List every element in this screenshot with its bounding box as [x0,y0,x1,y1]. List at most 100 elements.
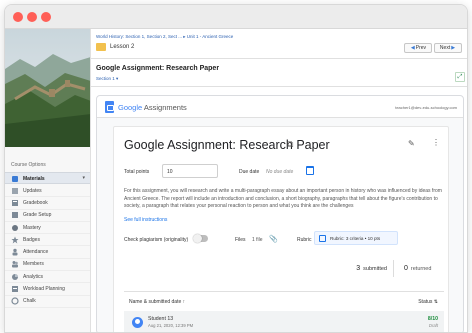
analytics-icon [12,273,18,280]
sidebar-item-attendance[interactable]: Attendance [5,246,90,259]
assignment-title: Google Assignment: Research Paper [124,138,330,152]
pencil-icon[interactable]: ✎ [408,139,415,148]
app-window: Course Options Materials ▾ Updates Grade… [4,4,468,333]
student-name: Student 13 [148,316,174,322]
badges-icon [11,236,19,244]
sidebar-item-badges[interactable]: Badges [5,234,90,247]
status-badge: Draft [428,323,438,328]
sidebar-item-label: Mastery [23,224,41,231]
main-content: World History: Section 1, Section 2, Sec… [91,29,467,332]
plagiarism-toggle[interactable] [193,234,208,243]
sidebar-item-label: Updates [23,187,42,194]
next-label: Next [439,45,451,51]
sidebar-item-updates[interactable]: Updates [5,185,90,198]
updates-icon [12,187,18,194]
prev-label: Prev [415,45,427,51]
total-points-label: Total points [124,169,150,175]
sidebar-item-members[interactable]: Members [5,259,90,272]
page-header: Google Assignment: Research Paper Sectio… [91,60,467,87]
see-full-instructions-link[interactable]: See full instructions [124,217,167,223]
chevron-right-icon: ▶ [451,45,456,51]
course-sidebar: Course Options Materials ▾ Updates Grade… [5,29,91,332]
section-selector[interactable]: Section 1 ▾ [96,76,118,82]
submitted-number: 3 [356,265,361,272]
submissions-table: Name & submitted date ↑ Status ⇅ Student… [124,291,444,332]
course-banner-image [5,29,90,147]
window-close-button[interactable] [13,12,23,22]
rubric-icon [319,235,326,242]
folder-icon [96,43,106,51]
sidebar-item-label: Chalk [23,298,36,305]
prev-button[interactable]: ◀ Prev [404,43,432,53]
assignment-card: Google Assignment: Research Paper ⧉ ✎ ⋮ … [113,126,449,332]
next-button[interactable]: Next ▶ [434,43,462,53]
sidebar-item-label: Badges [23,236,40,243]
brand-assignments: Assignments [143,103,187,112]
open-external-icon[interactable]: ⧉ [287,139,293,150]
google-assignments-header: Google Assignments teacher1@dev-edu-scho… [97,96,463,118]
table-header: Name & submitted date ↑ Status ⇅ [124,292,444,311]
breadcrumb[interactable]: World History: Section 1, Section 2, Sec… [96,34,233,40]
plagiarism-label: Check plagiarism (originality) [124,237,189,243]
mastery-icon [12,224,18,231]
materials-icon [12,176,18,182]
window-titlebar [5,5,467,29]
sidebar-item-label: Materials [23,176,45,182]
returned-label: returned [410,265,432,272]
sidebar-item-gradebook[interactable]: Gradebook [5,197,90,210]
sidebar-item-workload-planning[interactable]: Workload Planning [5,283,90,296]
sidebar-item-grade-setup[interactable]: Grade Setup [5,210,90,222]
sidebar-item-materials[interactable]: Materials ▾ [5,172,90,184]
paperclip-icon[interactable]: 📎 [269,235,278,243]
rubric-chip[interactable]: Rubric: 3 criteria • 10 pts [314,231,398,245]
expand-icon[interactable]: ⤢ [455,72,465,82]
course-options-link[interactable]: Course Options [11,162,46,168]
submitted-label: submitted [363,265,387,272]
files-count[interactable]: 1 file [252,237,263,243]
sidebar-item-analytics[interactable]: Analytics [5,271,90,284]
status-column-header[interactable]: Status ⇅ [418,299,438,305]
window-maximize-button[interactable] [41,12,51,22]
course-options-label: Course Options [11,162,46,168]
sidebar-item-chalk[interactable]: Chalk [5,296,90,308]
chevron-down-icon: ▾ [82,175,85,181]
google-assignments-frame: Google Assignments teacher1@dev-edu-scho… [96,95,464,332]
lesson-title: Lesson 2 [110,44,135,50]
table-row[interactable]: Student 13 Aug 21, 2020, 12:39 PM 8/10 D… [124,311,444,332]
sidebar-item-label: Members [23,261,44,268]
rubric-summary: Rubric: 3 criteria • 10 pts [330,236,381,241]
google-assignments-icon [105,101,114,113]
sidebar-item-label: Workload Planning [23,286,65,293]
status-column-label: Status [418,299,433,305]
calendar-icon[interactable] [306,166,314,175]
assignment-body: Google Assignment: Research Paper ⧉ ✎ ⋮ … [97,118,463,332]
returned-number: 0 [404,265,408,272]
name-column-header[interactable]: Name & submitted date ↑ [129,299,185,305]
members-icon [12,261,18,268]
name-column-label: Name & submitted date [129,299,182,305]
google-assignments-brand: Google Assignments [118,103,187,112]
sidebar-item-label: Attendance [23,249,49,256]
lesson-topbar: World History: Section 1, Section 2, Sec… [91,29,467,59]
returned-count[interactable]: 0 returned [396,260,448,277]
sort-up-icon: ↑ [182,299,186,305]
grade-value: 8/10 [427,316,438,322]
rubric-label: Rubric [297,237,312,243]
sidebar-item-mastery[interactable]: Mastery [5,222,90,235]
assignment-description: For this assignment, you will research a… [124,188,442,209]
window-minimize-button[interactable] [27,12,37,22]
sidebar-nav: Updates Gradebook Grade Setup Mastery Ba… [5,185,90,308]
workload-icon [12,286,18,293]
brand-google: Google [118,103,143,112]
more-options-icon[interactable]: ⋮ [432,138,440,147]
avatar [132,317,143,328]
total-points-input[interactable]: 10 [162,164,218,178]
submitted-count[interactable]: 3 submitted [341,260,394,277]
sidebar-item-label: Analytics [23,273,44,280]
attendance-icon [12,248,18,256]
account-email[interactable]: teacher1@dev-edu-schoology.com [395,105,457,110]
sidebar-item-label: Gradebook [23,199,48,206]
submitted-date: Aug 21, 2020, 12:39 PM [148,323,194,328]
page-title: Google Assignment: Research Paper [96,65,220,72]
gradebook-icon [12,199,18,206]
